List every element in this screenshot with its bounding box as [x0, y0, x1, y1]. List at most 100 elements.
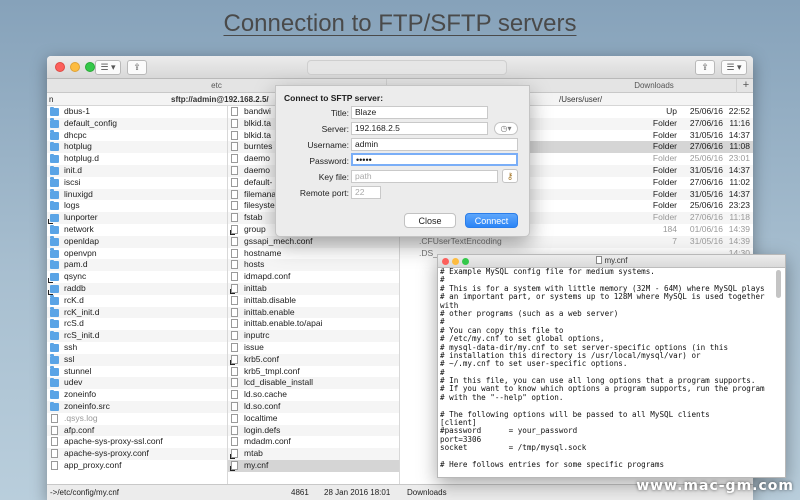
- file-row[interactable]: openldap: [47, 235, 227, 248]
- file-row[interactable]: zoneinfo: [47, 389, 227, 401]
- editor-content[interactable]: # Example MySQL config file for medium s…: [440, 267, 773, 469]
- port-field[interactable]: 22: [351, 186, 381, 199]
- file-row[interactable]: apache-sys-proxy-ssl.conf: [47, 436, 227, 448]
- file-row[interactable]: hosts: [227, 259, 399, 272]
- file-name: dhcpc: [64, 129, 87, 140]
- file-row[interactable]: lcd_disable_install: [227, 377, 399, 390]
- file-row[interactable]: rcK_init.d: [47, 306, 227, 319]
- file-name: default_config: [64, 117, 117, 128]
- folder-icon: [50, 401, 59, 411]
- file-name: hostname: [244, 247, 282, 258]
- file-row[interactable]: openvpn: [47, 248, 227, 260]
- file-row[interactable]: hostname: [227, 248, 399, 260]
- file-row[interactable]: login.defs: [227, 424, 399, 437]
- file-row[interactable]: dbus-1: [47, 106, 227, 118]
- alias-folder-icon: [48, 285, 59, 295]
- folder-icon: [50, 318, 59, 329]
- file-row[interactable]: ld.so.conf: [227, 401, 399, 413]
- file-row[interactable]: inittab: [227, 283, 399, 295]
- password-field[interactable]: •••••: [351, 153, 518, 166]
- file-row[interactable]: inittab.disable: [227, 295, 399, 307]
- keyfile-field[interactable]: path: [351, 170, 498, 183]
- zoom-window-button[interactable]: [85, 62, 95, 72]
- minimize-window-button[interactable]: [70, 62, 80, 72]
- alias-file-icon: [230, 354, 238, 365]
- left-path[interactable]: sftp://admin@192.168.2.5/: [171, 93, 269, 106]
- file-row[interactable]: krb5.conf: [227, 353, 399, 366]
- server-history-button[interactable]: ◷▾: [494, 122, 518, 135]
- close-window-button[interactable]: [55, 62, 65, 72]
- file-name: daemo: [244, 165, 270, 175]
- file-row[interactable]: rcS_init.d: [47, 330, 227, 342]
- file-row[interactable]: rcS.d: [47, 318, 227, 330]
- folder-icon: [50, 236, 59, 246]
- file-row[interactable]: mtab: [227, 448, 399, 460]
- file-row[interactable]: ld.so.cache: [227, 389, 399, 401]
- file-row[interactable]: krb5_tmpl.conf: [227, 366, 399, 378]
- right-date: 27/06/16: [689, 176, 723, 187]
- file-row[interactable]: network: [47, 224, 227, 236]
- watermark: www.mac-gm.com: [636, 478, 794, 494]
- username-field[interactable]: admin: [351, 138, 518, 151]
- file-name: init.d: [64, 165, 82, 175]
- file-row[interactable]: hotplug.d: [47, 153, 227, 165]
- file-row[interactable]: inittab.enable: [227, 306, 399, 319]
- file-row[interactable]: issue: [227, 342, 399, 354]
- share-right-button[interactable]: ⇪: [695, 60, 715, 75]
- file-row[interactable]: inittab.enable.to/apai: [227, 318, 399, 330]
- file-row[interactable]: mdadm.conf: [227, 436, 399, 448]
- port-label: Remote port:: [299, 188, 349, 198]
- file-row[interactable]: iscsi: [47, 177, 227, 189]
- file-row[interactable]: dhcpc: [47, 130, 227, 142]
- pane-divider[interactable]: [227, 106, 228, 484]
- file-row[interactable]: gssapi_mech.conf: [227, 235, 399, 248]
- editor-title-wrap: my.cnf: [438, 256, 785, 265]
- file-row[interactable]: lunporter: [47, 212, 227, 224]
- file-row[interactable]: logs: [47, 200, 227, 212]
- file-row[interactable]: ssl: [47, 353, 227, 366]
- file-row[interactable]: afp.conf: [47, 424, 227, 437]
- view-menu-button[interactable]: ☰ ▾: [95, 60, 121, 75]
- file-row[interactable]: linuxigd: [47, 188, 227, 201]
- file-row[interactable]: app_proxy.conf: [47, 460, 227, 472]
- server-field[interactable]: 192.168.2.5: [351, 122, 488, 135]
- file-row[interactable]: hotplug: [47, 141, 227, 154]
- title-field[interactable]: Blaze: [351, 106, 488, 119]
- right-file-name[interactable]: .CFUserTextEncoding: [419, 236, 569, 248]
- file-row[interactable]: my.cnf: [227, 460, 399, 472]
- editor-line: # an important part, or systems up to 12…: [440, 292, 765, 302]
- file-row[interactable]: udev: [47, 377, 227, 390]
- file-row[interactable]: stunnel: [47, 366, 227, 378]
- file-row[interactable]: idmapd.conf: [227, 271, 399, 283]
- tab-downloads[interactable]: Downloads: [572, 79, 737, 93]
- file-row[interactable]: inputrc: [227, 330, 399, 342]
- file-row[interactable]: ssh: [47, 342, 227, 354]
- key-icon[interactable]: ⚷: [502, 169, 518, 183]
- folder-icon: [50, 224, 59, 234]
- right-path[interactable]: /Users/user/: [559, 93, 602, 106]
- file-row[interactable]: rcK.d: [47, 295, 227, 307]
- file-name: inputrc: [244, 330, 270, 341]
- file-row[interactable]: localtime: [227, 413, 399, 425]
- list-icon: ☰ ▾: [100, 62, 116, 72]
- right-time: 14:37: [728, 129, 750, 140]
- file-row[interactable]: raddb: [47, 283, 227, 295]
- file-icon: [231, 201, 238, 211]
- file-icon: [231, 177, 238, 187]
- editor-scrollbar[interactable]: [776, 270, 781, 298]
- file-row[interactable]: apache-sys-proxy.conf: [47, 448, 227, 460]
- file-row[interactable]: default_config: [47, 117, 227, 130]
- file-row[interactable]: pam.d: [47, 259, 227, 272]
- file-row[interactable]: zoneinfo.src: [47, 401, 227, 413]
- file-name: .qsys.log: [64, 412, 98, 423]
- file-row[interactable]: .qsys.log: [47, 413, 227, 425]
- add-tab-button[interactable]: +: [739, 79, 753, 93]
- close-button[interactable]: Close: [404, 213, 456, 228]
- folder-icon: [50, 153, 59, 164]
- connect-button[interactable]: Connect: [465, 213, 518, 228]
- file-icon: [231, 307, 238, 317]
- file-row[interactable]: init.d: [47, 165, 227, 177]
- share-button[interactable]: ⇪: [127, 60, 147, 75]
- view-menu-right-button[interactable]: ☰ ▾: [721, 60, 747, 75]
- file-row[interactable]: qsync: [47, 271, 227, 283]
